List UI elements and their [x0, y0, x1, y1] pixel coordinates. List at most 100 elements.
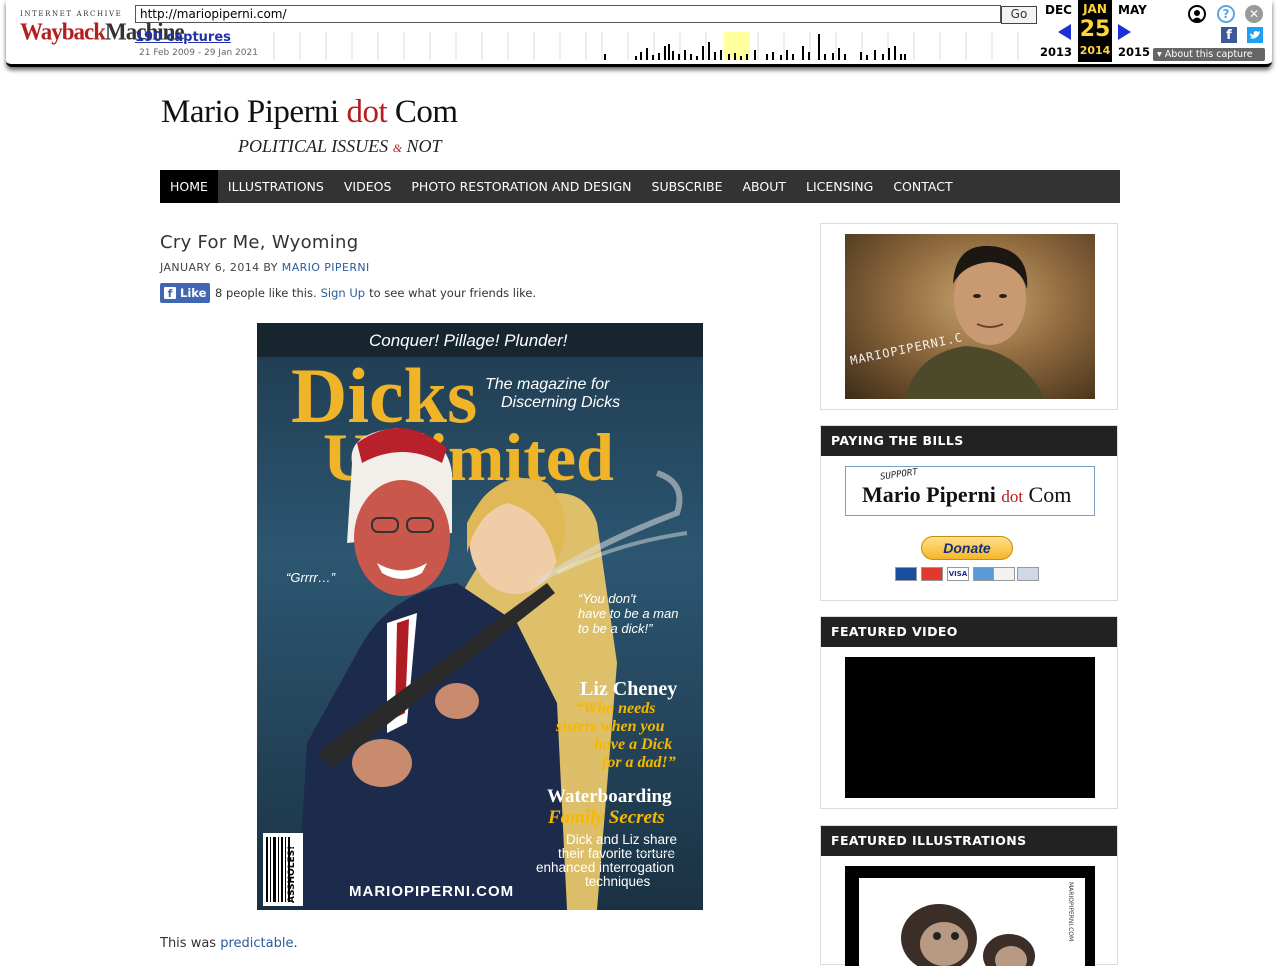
mastercard-icon [921, 567, 943, 581]
nav-photo-restoration[interactable]: PHOTO RESTORATION AND DESIGN [401, 170, 641, 203]
donate-button[interactable]: Donate [921, 536, 1013, 560]
twitter-share-icon[interactable] [1247, 27, 1263, 43]
site-logo[interactable]: Mario Piperni dot Com POLITICAL ISSUES &… [161, 94, 458, 156]
cover-wb4: their favorite torture [558, 846, 675, 861]
next-capture-arrow-icon[interactable] [1118, 24, 1131, 40]
featured-illustration-watermark: MARIOPIPERNI.COM [1067, 882, 1074, 942]
site-tagline: POLITICAL ISSUES & NOT [238, 136, 442, 157]
cover-wb6: techniques [585, 874, 651, 889]
calendar-current-day: 25 [1079, 17, 1111, 42]
wayback-go-button[interactable]: Go [1001, 6, 1037, 24]
wayback-logo[interactable]: INTERNET ARCHIVE WaybackMachine [20, 10, 185, 50]
discover-card-icon [993, 567, 1015, 581]
maestro-card-icon [895, 567, 917, 581]
post-by: BY [259, 261, 282, 274]
nav-subscribe[interactable]: SUBSCRIBE [642, 170, 733, 203]
facebook-signup-link[interactable]: Sign Up [321, 286, 365, 300]
calendar-next-month[interactable]: MAY [1118, 3, 1147, 17]
support-title-a: Mario Piperni [862, 482, 1002, 507]
site-tagline-a: POLITICAL ISSUES [238, 136, 393, 156]
post-body: This was predictable. [160, 936, 298, 951]
support-banner[interactable]: SUPPORT Mario Piperni dot Com [845, 466, 1095, 516]
cover-liz3: have a Dick [594, 736, 673, 753]
facebook-like-label: Like [180, 286, 207, 300]
calendar-current-month: JAN [1083, 2, 1107, 16]
support-title-dot: dot [1001, 487, 1024, 506]
cover-wb4-strike: torture [636, 846, 676, 861]
calendar-prev-year[interactable]: 2013 [1040, 45, 1072, 59]
cover-quote2: have to be a man [578, 606, 679, 621]
post-body-a: This was [160, 936, 221, 951]
cover-waterboarding: Waterboarding [547, 786, 672, 807]
nav-home[interactable]: HOME [160, 170, 218, 203]
post-title[interactable]: Cry For Me, Wyoming [160, 232, 358, 253]
post-body-link[interactable]: predictable [220, 936, 293, 951]
wayback-url-input[interactable] [135, 5, 1001, 23]
cover-wb4-a: their favorite [558, 846, 637, 861]
support-title: Mario Piperni dot Com [862, 482, 1071, 508]
featured-illustration-canvas: MARIOPIPERNI.COM [859, 878, 1085, 966]
calendar-prev-month[interactable]: DEC [1045, 3, 1072, 17]
featured-illustration-image[interactable]: MARIOPIPERNI.COM [845, 866, 1095, 966]
post-meta: JANUARY 6, 2014 BY MARIO PIPERNI [160, 261, 370, 274]
cover-family-secrets: Family Secrets [548, 807, 665, 828]
visa-card-icon: VISA [947, 567, 969, 581]
nav-videos[interactable]: VIDEOS [334, 170, 402, 203]
wayback-date-range: 21 Feb 2009 - 29 Jan 2021 [139, 48, 258, 58]
cover-liz-cheney: Liz Cheney [580, 678, 678, 700]
nav-contact[interactable]: CONTACT [883, 170, 962, 203]
post-date: JANUARY 6, 2014 [160, 261, 260, 274]
bank-icon [1017, 567, 1039, 581]
cover-quote1: “You don't [578, 591, 637, 606]
support-small-label: SUPPORT [879, 467, 919, 483]
site-tagline-b: NOT [402, 136, 442, 156]
help-icon[interactable]: ? [1217, 5, 1235, 23]
main-nav: HOME ILLUSTRATIONS VIDEOS PHOTO RESTORAT… [160, 170, 1120, 203]
featured-illustrations-title: FEATURED ILLUSTRATIONS [821, 826, 1117, 856]
close-icon[interactable]: ✕ [1245, 5, 1263, 23]
wayback-capture-sparkline[interactable] [268, 32, 1034, 60]
calendar-current-capture: JAN 25 2014 [1078, 0, 1112, 62]
site-tagline-amp: & [392, 141, 403, 155]
nav-licensing[interactable]: LICENSING [796, 170, 883, 203]
facebook-like-button[interactable]: f Like [160, 283, 210, 303]
cover-liz2: sisters when you [556, 718, 665, 735]
about-capture-label: About this capture [1164, 49, 1253, 60]
author-photo-widget: MARIOPIPERNI.C [820, 223, 1118, 410]
post-illustration-magazine-cover[interactable]: Conquer! Pillage! Plunder! Dicks Unlimit… [257, 323, 703, 910]
nav-illustrations[interactable]: ILLUSTRATIONS [218, 170, 334, 203]
paying-bills-title: PAYING THE BILLS [821, 426, 1117, 456]
about-capture-button[interactable]: ▾ About this capture [1153, 48, 1265, 61]
site-title-a: Mario Piperni [161, 94, 347, 130]
wayback-captures-link[interactable]: 190 captures [135, 30, 231, 45]
post-author-link[interactable]: MARIO PIPERNI [282, 261, 370, 274]
cover-liz1: “Who needs [575, 700, 656, 717]
featured-video-player[interactable] [845, 657, 1095, 798]
support-title-b: Com [1023, 482, 1072, 507]
post-body-b: . [293, 936, 298, 951]
account-icon[interactable] [1188, 5, 1206, 23]
wayback-logo-brand-a: Wayback [20, 18, 106, 45]
facebook-like-count: 8 people like this. [215, 286, 317, 300]
facebook-icon: f [164, 287, 176, 300]
featured-video-title: FEATURED VIDEO [821, 617, 1117, 647]
prev-capture-arrow-icon[interactable] [1058, 24, 1071, 40]
wayback-logo-brand: WaybackMachine [20, 18, 185, 45]
facebook-share-icon[interactable]: f [1221, 27, 1237, 43]
site-title-b: Com [387, 94, 458, 130]
cover-quote3: to be a dick!” [578, 621, 653, 636]
cover-wb5: enhanced interrogation [536, 860, 675, 875]
facebook-like-suffix: to see what your friends like. [369, 286, 537, 300]
facebook-like-bar: f Like 8 people like this. Sign Up to see… [160, 283, 536, 303]
cover-barcode: ASSHOLES! [263, 833, 303, 906]
cover-site: MARIOPIPERNI.COM [349, 883, 515, 900]
site-title: Mario Piperni dot Com [161, 94, 458, 131]
author-photo[interactable]: MARIOPIPERNI.C [845, 234, 1095, 399]
cover-liz4: for a dad!” [602, 754, 676, 771]
nav-about[interactable]: ABOUT [733, 170, 797, 203]
calendar-current-year: 2014 [1079, 44, 1111, 57]
amex-card-icon [973, 567, 995, 581]
site-title-dot: dot [346, 94, 388, 130]
cover-barcode-text: ASSHOLES! [287, 845, 297, 903]
calendar-next-year[interactable]: 2015 [1118, 45, 1150, 59]
